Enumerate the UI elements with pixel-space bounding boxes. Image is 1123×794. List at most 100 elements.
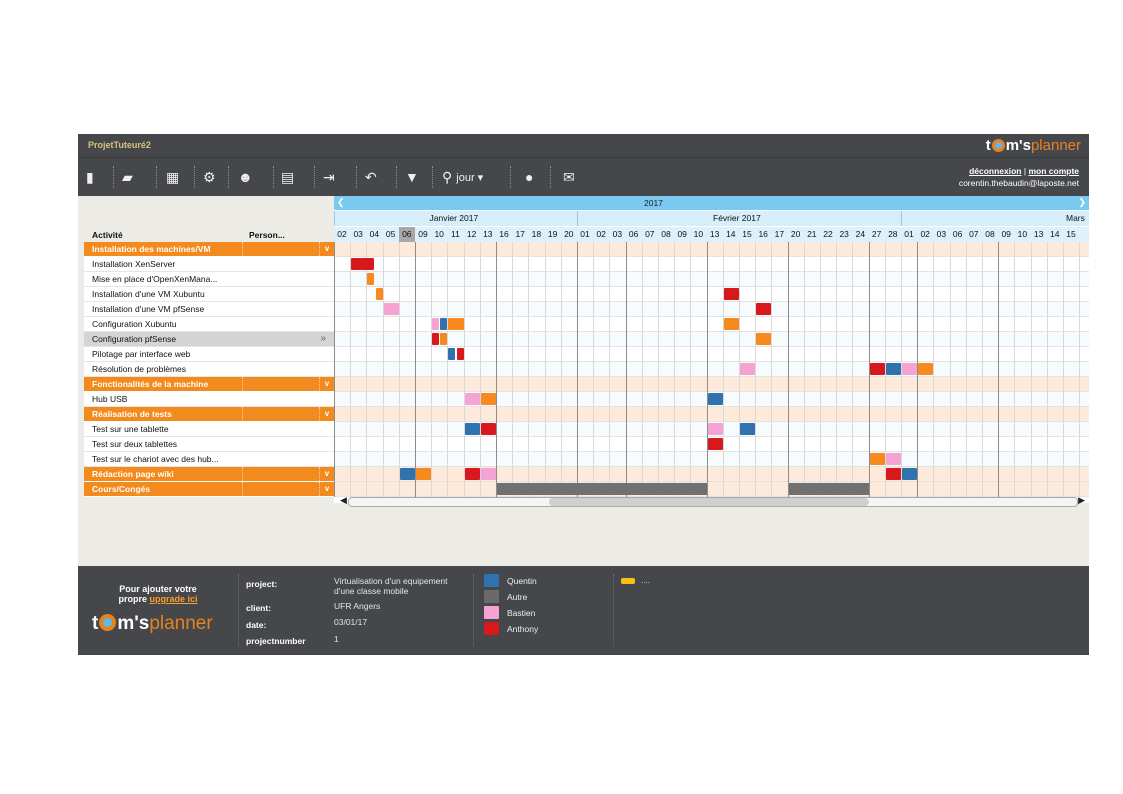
prev-arrow-icon[interactable]: ❮ xyxy=(337,197,345,208)
task-group-row[interactable]: Fonctionalités de la machine v xyxy=(84,377,334,392)
undo-button[interactable]: ↶ xyxy=(365,166,377,188)
assignment-orange[interactable] xyxy=(869,453,885,465)
new-file-button[interactable]: ▮ xyxy=(86,166,94,188)
assignment-orange[interactable] xyxy=(375,288,383,300)
chevron-down-icon[interactable]: v xyxy=(319,377,334,391)
task-row[interactable]: Installation XenServer xyxy=(84,257,334,272)
assignment-anthony[interactable] xyxy=(885,468,901,480)
horizontal-scrollbar[interactable]: ◀ ▶ xyxy=(340,495,1085,507)
activity-column-header[interactable]: Activité xyxy=(92,230,123,240)
assignment-orange[interactable] xyxy=(448,318,464,330)
assignment-quentin[interactable] xyxy=(707,393,723,405)
project-title[interactable]: ProjetTuteuré2 xyxy=(88,140,151,150)
chevron-down-icon[interactable]: v xyxy=(319,407,334,421)
scroll-right-icon[interactable]: ▶ xyxy=(1078,495,1085,506)
toolbar-separator xyxy=(510,166,511,188)
assignment-anthony[interactable] xyxy=(351,258,375,270)
assignment-orange[interactable] xyxy=(367,273,375,285)
assignment-anthony[interactable] xyxy=(869,363,885,375)
assignment-anthony[interactable] xyxy=(432,333,440,345)
upgrade-link[interactable]: upgrade ici xyxy=(150,594,198,604)
assignment-bastien[interactable] xyxy=(383,303,399,315)
next-arrow-icon[interactable]: ❯ xyxy=(1078,197,1086,208)
assignment-anthony[interactable] xyxy=(456,348,464,360)
footer-divider xyxy=(473,574,474,646)
assignment-bastien[interactable] xyxy=(740,363,756,375)
assignment-quentin[interactable] xyxy=(448,348,456,360)
holiday-block xyxy=(788,483,869,495)
chevron-down-icon[interactable]: v xyxy=(319,467,334,481)
assignment-quentin[interactable] xyxy=(399,468,415,480)
scroll-thumb[interactable] xyxy=(549,498,869,506)
assignment-anthony[interactable] xyxy=(480,423,496,435)
assignment-bastien[interactable] xyxy=(885,453,901,465)
assignment-quentin[interactable] xyxy=(464,423,480,435)
mail-button[interactable]: ✉ xyxy=(563,166,575,188)
task-row[interactable]: Pilotage par interface web xyxy=(84,347,334,362)
chevron-down-icon[interactable]: v xyxy=(319,482,334,496)
assignment-bastien[interactable] xyxy=(432,318,440,330)
assignment-quentin[interactable] xyxy=(902,468,918,480)
my-account-link[interactable]: mon compte xyxy=(1028,166,1079,176)
assignment-orange[interactable] xyxy=(416,468,432,480)
task-row[interactable]: Hub USB xyxy=(84,392,334,407)
print-button[interactable]: ▤ xyxy=(281,166,294,188)
expand-arrows-icon[interactable]: » xyxy=(320,333,326,344)
assignment-orange[interactable] xyxy=(918,363,934,375)
assignment-quentin[interactable] xyxy=(440,318,448,330)
logout-link[interactable]: déconnexion xyxy=(969,166,1021,176)
zoom-dropdown-label[interactable]: jour ▾ xyxy=(456,171,483,184)
toolbar-separator xyxy=(356,166,357,188)
assignment-anthony[interactable] xyxy=(756,303,772,315)
scroll-track[interactable] xyxy=(348,497,1078,507)
task-row[interactable]: Test sur une tablette xyxy=(84,422,334,437)
task-row[interactable]: Mise en place d'OpenXenMana... xyxy=(84,272,334,287)
assignment-bastien[interactable] xyxy=(902,363,918,375)
save-button[interactable]: ▦ xyxy=(166,166,179,188)
day-label: 13 xyxy=(483,229,493,239)
task-group-row[interactable]: Installation des machines/VM v xyxy=(84,242,334,257)
grid-line xyxy=(398,242,400,497)
task-group-row[interactable]: Rédaction page wiki v xyxy=(84,467,334,482)
assignment-anthony[interactable] xyxy=(723,288,739,300)
task-row[interactable]: Installation d'une VM pfSense xyxy=(84,302,334,317)
assignment-anthony[interactable] xyxy=(464,468,480,480)
brand-t: t xyxy=(985,137,991,154)
grid-line xyxy=(1014,242,1016,497)
assignment-quentin[interactable] xyxy=(740,423,756,435)
task-group-row[interactable]: Cours/Congés v xyxy=(84,482,334,497)
grid-line xyxy=(415,242,416,497)
assignment-orange[interactable] xyxy=(440,333,448,345)
assignment-orange[interactable] xyxy=(723,318,739,330)
assignment-anthony[interactable] xyxy=(707,438,723,450)
task-row[interactable]: Configuration Xubuntu xyxy=(84,317,334,332)
task-group-row[interactable]: Réalisation de tests v xyxy=(84,407,334,422)
task-group-label: Rédaction page wiki xyxy=(92,469,174,479)
settings-button[interactable]: ⚙ xyxy=(203,166,216,188)
grid-line xyxy=(674,242,676,497)
promo-line-2: propre xyxy=(118,594,150,604)
assignment-orange[interactable] xyxy=(756,333,772,345)
assignment-bastien[interactable] xyxy=(480,468,496,480)
assignment-orange[interactable] xyxy=(480,393,496,405)
column-divider xyxy=(242,242,243,256)
users-button[interactable]: ☻ xyxy=(238,166,253,188)
task-row[interactable]: Test sur deux tablettes xyxy=(84,437,334,452)
assignment-bastien[interactable] xyxy=(464,393,480,405)
export-button[interactable]: ⇥ xyxy=(323,166,335,188)
task-row[interactable]: Installation d'une VM Xubuntu xyxy=(84,287,334,302)
task-row[interactable]: Configuration pfSense » xyxy=(84,332,334,347)
filter-button[interactable]: ▼ xyxy=(405,166,419,188)
assignment-quentin[interactable] xyxy=(885,363,901,375)
grid-line xyxy=(1030,242,1032,497)
info-button[interactable]: ● xyxy=(525,166,533,188)
assignment-bastien[interactable] xyxy=(707,423,723,435)
person-column-header[interactable]: Person... xyxy=(249,230,285,240)
title-bar: ProjetTuteuré2 t m'splanner xyxy=(78,134,1089,157)
scroll-left-icon[interactable]: ◀ xyxy=(340,495,347,506)
task-row[interactable]: Résolution de problèmes xyxy=(84,362,334,377)
chevron-down-icon[interactable]: v xyxy=(319,242,334,256)
task-row[interactable]: Test sur le chariot avec des hub... xyxy=(84,452,334,467)
zoom-button[interactable]: ⚲ jour ▾ xyxy=(442,166,483,188)
open-folder-button[interactable]: ▰ xyxy=(122,166,133,188)
